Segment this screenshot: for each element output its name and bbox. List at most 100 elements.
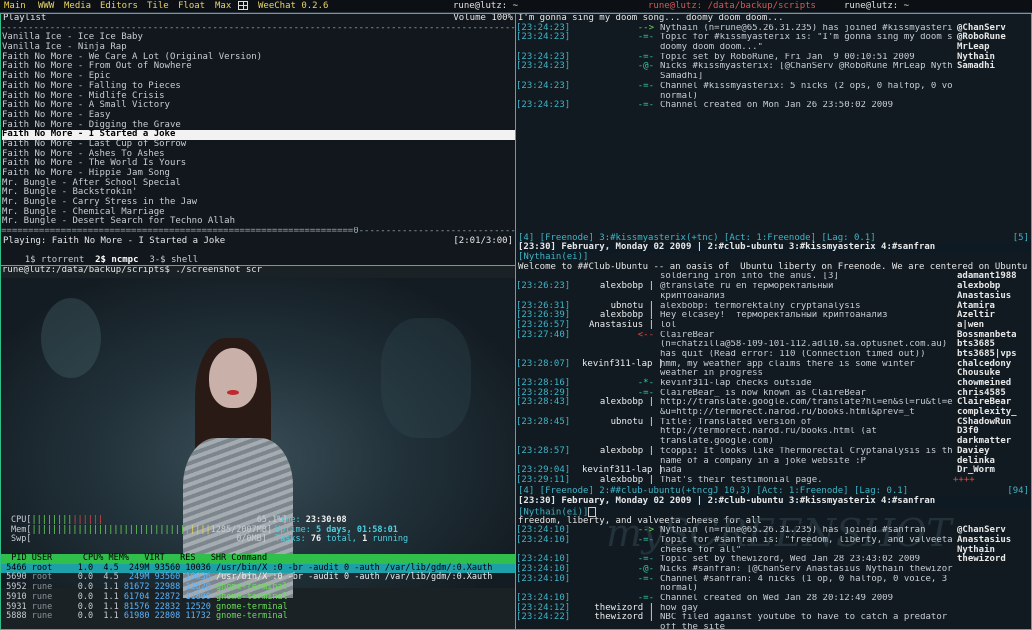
chat-message: doomy doom doom..." — [660, 43, 763, 53]
cpu-bar: |||||||| — [31, 515, 73, 525]
window-task-weechat[interactable]: WeeChat 0.2.6 — [258, 1, 328, 11]
tasks-total: 76 — [310, 534, 322, 545]
tasks-label: Tasks: — [275, 534, 306, 545]
chat-message: Channel #kissmyasterix: 5 nicks (2 ops, … — [660, 81, 953, 91]
chat-message: Nicks #kissmyasterix: [@ChanServ @RoboRu… — [660, 62, 953, 72]
chat-message: lol — [660, 320, 677, 330]
channel1-nicklist: @ChanServ @RoboRune MrLeap Nythain Samadhi — [953, 23, 1031, 72]
screen-tab-ncmpc[interactable]: 2$ ncmpc — [95, 255, 138, 265]
window-task-weechat-term[interactable]: rune@lutz: ~ — [844, 1, 909, 11]
chat-message: hmm, my weather app claims there is some… — [660, 359, 915, 369]
process-shr: 11732 — [185, 611, 211, 622]
now-playing-label: Playing: Faith No More - I Started a Jok… — [3, 235, 226, 246]
chat-message: name of a company in a joke website :P — [660, 456, 866, 466]
chat-message: Topic set by RoboRune, Fri Jan 9 00:10:5… — [660, 52, 915, 62]
chat-line: normal) — [516, 584, 953, 594]
chat-nick[interactable]: alexbobp | — [582, 475, 660, 486]
chat-nick[interactable]: -@- — [582, 62, 660, 72]
chat-message: Topic for #sanfran is: "freedom, liberty… — [660, 535, 953, 545]
chat-message: cheese for all" — [660, 545, 742, 555]
chat-nick[interactable]: -=- — [582, 81, 660, 92]
chat-nick[interactable] — [582, 623, 660, 629]
workspace-tile[interactable]: Tile — [147, 1, 169, 11]
chat-line: [23:24:23] -@- Nicks #kissmyasterix: [@Cha… — [516, 62, 953, 72]
chat-nick[interactable]: thewizord | — [582, 613, 660, 623]
workspace-main[interactable]: Main — [4, 1, 26, 11]
screen-tab-rtorrent[interactable]: 1$ rtorrent — [25, 255, 85, 265]
shell-terminal[interactable]: rune@lutz:/data/backup/scripts$ ./screen… — [0, 265, 516, 630]
process-virt: 249M — [123, 562, 150, 573]
process-table: 5466 root 1.0 4.5 249M 93560 10036 /usr/… — [1, 562, 515, 622]
timestamp: [23:28:43] — [516, 397, 571, 408]
window-task-ncmpc[interactable]: rune@lutz: ~ — [453, 1, 518, 11]
process-cmd: gnome-terminal — [216, 582, 288, 593]
process-cpu: 0.0 — [72, 572, 94, 583]
process-pid: 5888 — [1, 611, 27, 622]
chat-message: (n=chatzilla@58-109-101-112.adl10.sa.opt… — [660, 340, 948, 350]
chat-nick[interactable]: ubnotu | — [582, 417, 660, 428]
chat-nick[interactable]: alexbobp | — [582, 446, 660, 457]
chat-nick[interactable]: -=- — [582, 100, 660, 111]
weechat-terminal[interactable]: mySCREENSHOT I'm gonna sing my doom song… — [515, 13, 1032, 630]
chat-line: &u=http://termorect.narod.ru/books.html&… — [516, 408, 953, 418]
chat-message: alexbobp: termorektalny cryptanalysis — [660, 301, 861, 311]
cpu-label: CPU[ — [11, 515, 32, 525]
process-user: rune — [31, 611, 68, 622]
swap-value: 0/0MB] — [236, 534, 267, 545]
top-panel: Main WWW Media Editors Tile Float Max We… — [0, 0, 1032, 13]
workspace-media[interactable]: Media — [64, 1, 91, 11]
ncmpc-terminal[interactable]: Playlist Volume 100% -------------------… — [0, 13, 516, 266]
chat-message: Nicks #sanfran: [@ChanServ Anastasius Ny… — [660, 564, 953, 574]
chat-message: Nythain (n=rune@65.26.31.235) has joined… — [660, 23, 953, 33]
process-res: 22808 — [154, 611, 181, 622]
chat-message: That's their testimonial page. — [660, 475, 823, 485]
playlist-item[interactable]: Mr. Bungle - Desert Search for Techno Al… — [2, 217, 515, 227]
workspace-max[interactable]: Max — [215, 1, 231, 11]
process-cmd: gnome-terminal — [216, 601, 288, 612]
chat-message: normal) — [660, 91, 698, 101]
chat-line: [23:28:29] -=- ClaireBear_ is now known as… — [516, 388, 953, 399]
shell-prompt[interactable]: rune@lutz:/data/backup/scripts$ ./screen… — [1, 266, 515, 276]
channel3-window: [23:24:10] --> Nythain (n=rune@65.26.31.23… — [516, 525, 1031, 629]
chat-message: криптоанализ — [660, 291, 726, 301]
nicklist-item[interactable]: ++++ — [953, 475, 1031, 486]
workspace-float[interactable]: Float — [178, 1, 205, 11]
layout-grid-icon[interactable] — [236, 0, 250, 12]
process-cpu: 0.0 — [72, 582, 94, 593]
now-playing: Playing: Faith No More - I Started a Jok… — [1, 235, 515, 247]
window-task-scripts[interactable]: rune@lutz: /data/backup/scripts — [648, 1, 816, 11]
chat-message: normal) — [660, 584, 698, 594]
chat-nick[interactable]: alexbobp | — [582, 398, 660, 408]
chat-nick[interactable]: alexbobp | — [582, 281, 660, 292]
chat-nick[interactable]: -=- — [582, 535, 660, 546]
process-row[interactable]: 5888 rune 0.0 1.1 61980 22808 11732 gnom… — [1, 612, 515, 622]
workspace-www[interactable]: WWW — [38, 1, 54, 11]
chat-nick[interactable] — [582, 340, 660, 350]
chat-line: криптоанализ — [516, 292, 953, 302]
screen-window-bar: 1$ rtorrent 2$ ncmpc 3-$ shell — [1, 247, 515, 265]
chat-message: kevinf311-lap checks outside — [660, 379, 812, 388]
process-res: 22988 — [154, 582, 181, 593]
nicklist-item[interactable]: thewizord — [953, 555, 1031, 565]
chat-line: [23:24:23] -=- Channel created on Mon Jan … — [516, 100, 953, 111]
chat-nick[interactable]: kevinf311-lap | — [582, 359, 663, 370]
chat-line: [23:24:10] -=- Topic for #sanfran is: "fre… — [516, 535, 953, 546]
screen-tab-shell[interactable]: 3-$ shell — [149, 255, 198, 265]
time-value: 23:30:08 — [305, 515, 347, 525]
chat-line: normal) — [516, 92, 953, 102]
chat-nick[interactable]: -=- — [582, 33, 660, 43]
workspace-editors[interactable]: Editors — [100, 1, 138, 11]
timestamp — [516, 623, 582, 629]
channel3-nicklist: @ChanServ Anastasius Nythain thewizord — [953, 525, 1031, 565]
chat-nick[interactable]: -=- — [582, 574, 660, 585]
timestamp: [23:24:10] — [516, 573, 571, 584]
process-pid: 5690 — [1, 572, 27, 583]
chat-line: [23:26:39] alexbobp | Hey elcasey! терморе… — [516, 310, 953, 321]
process-res: 93560 — [154, 572, 181, 583]
chat-nick[interactable]: <-- — [582, 330, 660, 341]
play-time: [2:01/3:00] — [453, 235, 513, 246]
timestamp: [23:28:57] — [516, 445, 571, 456]
timestamp: [23:28:45] — [516, 416, 571, 427]
nicklist-item[interactable]: Samadhi — [953, 62, 1031, 72]
chat-nick[interactable] — [582, 427, 660, 437]
